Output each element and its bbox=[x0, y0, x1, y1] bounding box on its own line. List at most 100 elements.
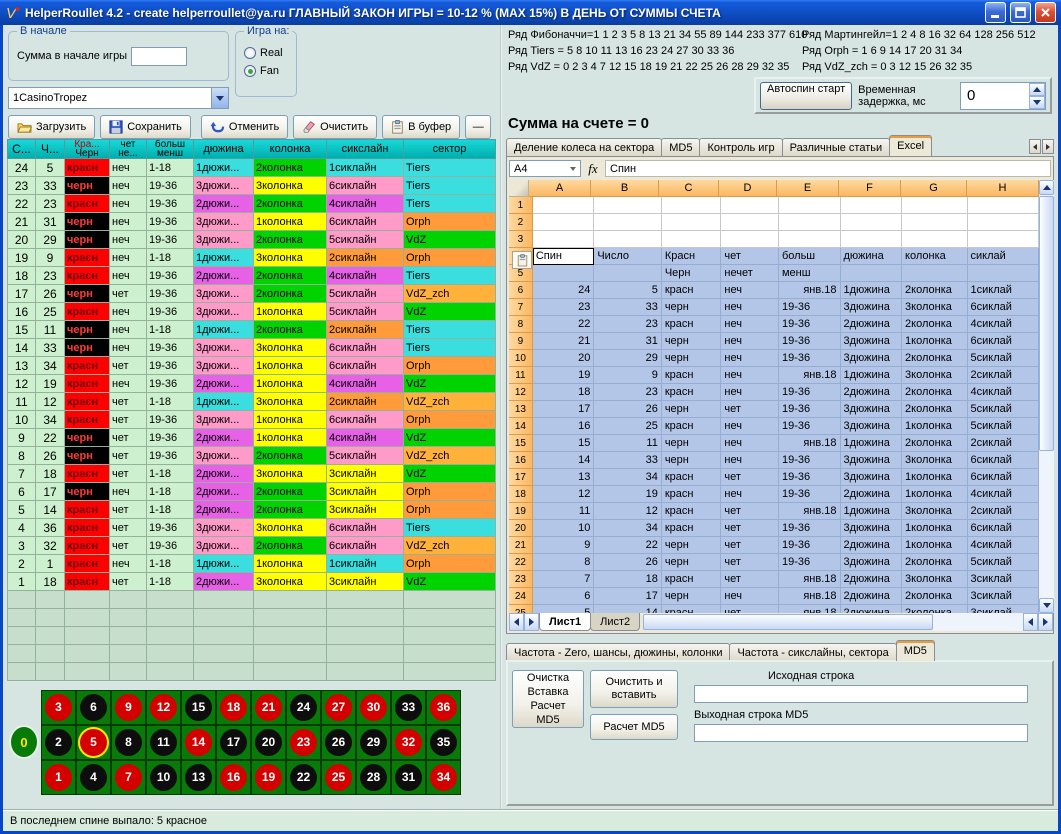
excel-cell[interactable]: 19 bbox=[594, 486, 661, 503]
excel-cell[interactable]: 2колонка bbox=[902, 316, 968, 333]
roulette-number-3[interactable]: 3 bbox=[41, 690, 76, 725]
md5-stack-button[interactable]: Очистка Вставка Расчет MD5 bbox=[512, 670, 584, 728]
excel-cell[interactable]: 6сиклай bbox=[968, 299, 1039, 316]
excel-cell[interactable]: 24 bbox=[533, 282, 595, 299]
excel-col-header-B[interactable]: B bbox=[591, 180, 659, 197]
roulette-number-20[interactable]: 20 bbox=[251, 725, 286, 760]
source-string-input[interactable] bbox=[694, 685, 1028, 703]
excel-cell[interactable]: 1дюжина bbox=[841, 503, 903, 520]
tab-2[interactable]: Контроль игр bbox=[699, 138, 782, 156]
excel-cell[interactable] bbox=[841, 265, 903, 282]
spin-row[interactable]: 1433черннеч19-363дюжи...3колонка6сиклайн… bbox=[7, 339, 496, 357]
excel-cell[interactable]: дюжина bbox=[841, 248, 903, 265]
hscroll-left-button[interactable] bbox=[1023, 613, 1038, 631]
excel-cell[interactable]: 3колонка bbox=[902, 452, 968, 469]
clear-button[interactable]: Очистить bbox=[293, 115, 377, 139]
excel-cell[interactable]: 3дюжина bbox=[841, 418, 903, 435]
spin-row[interactable]: 1112краснчет1-181дюжи...3колонка2сиклайн… bbox=[7, 393, 496, 411]
excel-name-box[interactable]: A4 bbox=[509, 160, 581, 177]
minimize-button[interactable] bbox=[985, 2, 1006, 23]
excel-cell[interactable]: 8 bbox=[533, 554, 595, 571]
roulette-number-17[interactable]: 17 bbox=[216, 725, 251, 760]
excel-cell[interactable]: 6 bbox=[533, 588, 595, 605]
bottom-tab-0[interactable]: Частота - Zero, шансы, дюжины, колонки bbox=[506, 643, 730, 661]
excel-select-all[interactable] bbox=[509, 180, 529, 197]
excel-row-header-8[interactable]: 8 bbox=[509, 316, 533, 333]
roulette-number-9[interactable]: 9 bbox=[111, 690, 146, 725]
excel-row-header-24[interactable]: 24 bbox=[509, 588, 533, 605]
excel-cell[interactable]: чет bbox=[721, 503, 779, 520]
excel-cell[interactable]: красн bbox=[662, 520, 722, 537]
roulette-number-32[interactable]: 32 bbox=[391, 725, 426, 760]
excel-cell[interactable]: 1колонка bbox=[902, 333, 968, 350]
spin-row[interactable]: 1219красннеч19-362дюжи...1колонка4сиклай… bbox=[7, 375, 496, 393]
excel-cell[interactable]: неч bbox=[721, 367, 779, 384]
spin-row[interactable]: 826чернчет19-363дюжи...2колонка5сиклайнV… bbox=[7, 447, 496, 465]
roulette-number-18[interactable]: 18 bbox=[216, 690, 251, 725]
tab-scroll-right-button[interactable] bbox=[1042, 139, 1054, 154]
excel-row-header-3[interactable]: 3 bbox=[509, 231, 533, 248]
excel-cell[interactable]: 1колонка bbox=[902, 418, 968, 435]
excel-cell[interactable]: 1дюжина bbox=[841, 435, 903, 452]
excel-cell[interactable]: 1колонка bbox=[902, 469, 968, 486]
scroll-up-button[interactable] bbox=[1039, 180, 1054, 195]
excel-cell[interactable]: 3колонка bbox=[902, 571, 968, 588]
excel-cell[interactable] bbox=[721, 214, 779, 231]
excel-cell[interactable]: 4сиклай bbox=[968, 316, 1039, 333]
excel-cell[interactable]: красн bbox=[662, 367, 722, 384]
excel-cell[interactable]: 33 bbox=[594, 299, 661, 316]
excel-cell[interactable]: 22 bbox=[533, 316, 595, 333]
spin-row[interactable]: 922чернчет19-362дюжи...1колонка4сиклайнV… bbox=[7, 429, 496, 447]
excel-cell[interactable]: неч bbox=[721, 588, 779, 605]
excel-cell[interactable]: Черн bbox=[662, 265, 722, 282]
excel-cell[interactable]: 12 bbox=[533, 486, 595, 503]
excel-cell[interactable] bbox=[662, 214, 722, 231]
roulette-number-30[interactable]: 30 bbox=[356, 690, 391, 725]
excel-cell[interactable] bbox=[662, 197, 722, 214]
excel-cell[interactable]: черн bbox=[662, 333, 722, 350]
excel-cell[interactable]: 2дюжина bbox=[841, 588, 903, 605]
excel-cell[interactable]: янв.18 bbox=[779, 571, 841, 588]
excel-cell[interactable]: чет bbox=[721, 520, 779, 537]
excel-cell[interactable]: красн bbox=[662, 316, 722, 333]
excel-cell[interactable]: 14 bbox=[594, 605, 661, 613]
excel-cell[interactable]: 17 bbox=[533, 401, 595, 418]
excel-cell[interactable]: колонка bbox=[902, 248, 968, 265]
load-button[interactable]: Загрузить bbox=[8, 115, 95, 139]
excel-cell[interactable]: черн bbox=[662, 452, 722, 469]
excel-cell[interactable]: 26 bbox=[594, 401, 661, 418]
excel-row-header-12[interactable]: 12 bbox=[509, 384, 533, 401]
spin-row[interactable]: 1334краснчет19-363дюжи...1колонка6сиклай… bbox=[7, 357, 496, 375]
excel-cell[interactable]: 9 bbox=[594, 367, 661, 384]
excel-cell[interactable]: 19-36 bbox=[779, 486, 841, 503]
excel-cell[interactable]: сиклай bbox=[968, 248, 1039, 265]
excel-cell[interactable]: 5сиклай bbox=[968, 418, 1039, 435]
roulette-number-1[interactable]: 1 bbox=[41, 760, 76, 795]
scroll-down-button[interactable] bbox=[1039, 598, 1054, 613]
excel-cell[interactable]: 25 bbox=[594, 418, 661, 435]
excel-cell[interactable]: черн bbox=[662, 435, 722, 452]
excel-row-header-23[interactable]: 23 bbox=[509, 571, 533, 588]
spin-row[interactable]: 617черннеч1-182дюжи...2колонка3сиклайнOr… bbox=[7, 483, 496, 501]
save-button[interactable]: Сохранить bbox=[100, 115, 191, 139]
excel-cell[interactable]: неч bbox=[721, 486, 779, 503]
excel-cell[interactable]: 19-36 bbox=[779, 469, 841, 486]
excel-row-header-2[interactable]: 2 bbox=[509, 214, 533, 231]
excel-cell[interactable]: чет bbox=[721, 469, 779, 486]
excel-cell[interactable]: красн bbox=[662, 605, 722, 613]
excel-cell[interactable]: 3дюжина bbox=[841, 520, 903, 537]
bottom-tab-1[interactable]: Частота - сикслайны, сектора bbox=[729, 643, 896, 661]
excel-cell[interactable]: 23 bbox=[594, 316, 661, 333]
excel-cell[interactable]: 3дюжина bbox=[841, 350, 903, 367]
hscroll-thumb[interactable] bbox=[643, 614, 933, 630]
excel-cell[interactable] bbox=[533, 197, 595, 214]
roulette-number-22[interactable]: 22 bbox=[286, 760, 321, 795]
spinner-down-button[interactable] bbox=[1029, 96, 1045, 109]
roulette-zero-cell[interactable]: 0 bbox=[7, 690, 41, 795]
roulette-number-14[interactable]: 14 bbox=[181, 725, 216, 760]
excel-cell[interactable]: неч bbox=[721, 452, 779, 469]
calc-md5-button[interactable]: Расчет MD5 bbox=[590, 714, 678, 740]
excel-cell[interactable]: 5 bbox=[533, 605, 595, 613]
excel-col-header-G[interactable]: G bbox=[901, 180, 967, 197]
excel-cell[interactable]: 1колонка bbox=[902, 486, 968, 503]
